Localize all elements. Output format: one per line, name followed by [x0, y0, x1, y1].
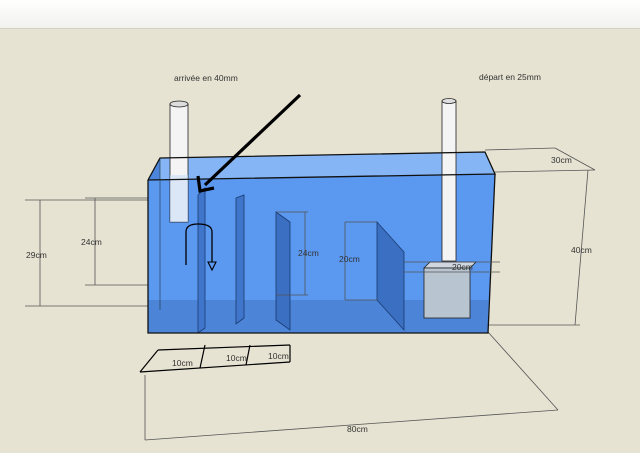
chamber-tick-0 — [139, 349, 159, 373]
outlet-pipe — [441, 100, 457, 262]
tank — [147, 98, 497, 334]
length-extension-right — [487, 331, 559, 411]
baffle-height-2-label: 24cm — [298, 248, 319, 258]
depth-label: 30cm — [551, 155, 572, 165]
inlet-pipe-top — [169, 100, 189, 108]
chamber-3-label: 10cm — [268, 351, 289, 361]
baffle-1 — [197, 187, 206, 334]
depth-extension-front — [494, 169, 596, 173]
chamber-base-line — [139, 361, 291, 373]
sump-diagram: arrivée en 40mm départ en 25mm 30cm 40cm… — [25, 72, 596, 441]
height-total-label: 40cm — [571, 245, 592, 255]
baffle-3 — [275, 211, 291, 331]
chamber-top-line — [157, 344, 291, 351]
length-total-label: 80cm — [347, 424, 368, 434]
outlet-label: départ en 25mm — [479, 72, 541, 82]
depth-extension-back — [484, 147, 556, 151]
chamber-2-label: 10cm — [226, 353, 247, 363]
pump-block — [423, 267, 471, 319]
diagram-stage: arrivée en 40mm départ en 25mm 30cm 40cm… — [0, 0, 640, 453]
outlet-pipe-top — [441, 98, 457, 104]
labels: arrivée en 40mm départ en 25mm 30cm 40cm… — [26, 72, 592, 434]
baffle-2 — [235, 194, 245, 325]
baffle-width-label: 20cm — [452, 262, 473, 272]
water-height-label: 29cm — [26, 250, 47, 260]
baffle-height-1-label: 24cm — [81, 237, 102, 247]
inlet-label: arrivée en 40mm — [174, 73, 238, 83]
baffle-height-3-label: 20cm — [339, 254, 360, 264]
inlet-pipe-submerged — [170, 175, 188, 222]
chamber-1-label: 10cm — [172, 358, 193, 368]
